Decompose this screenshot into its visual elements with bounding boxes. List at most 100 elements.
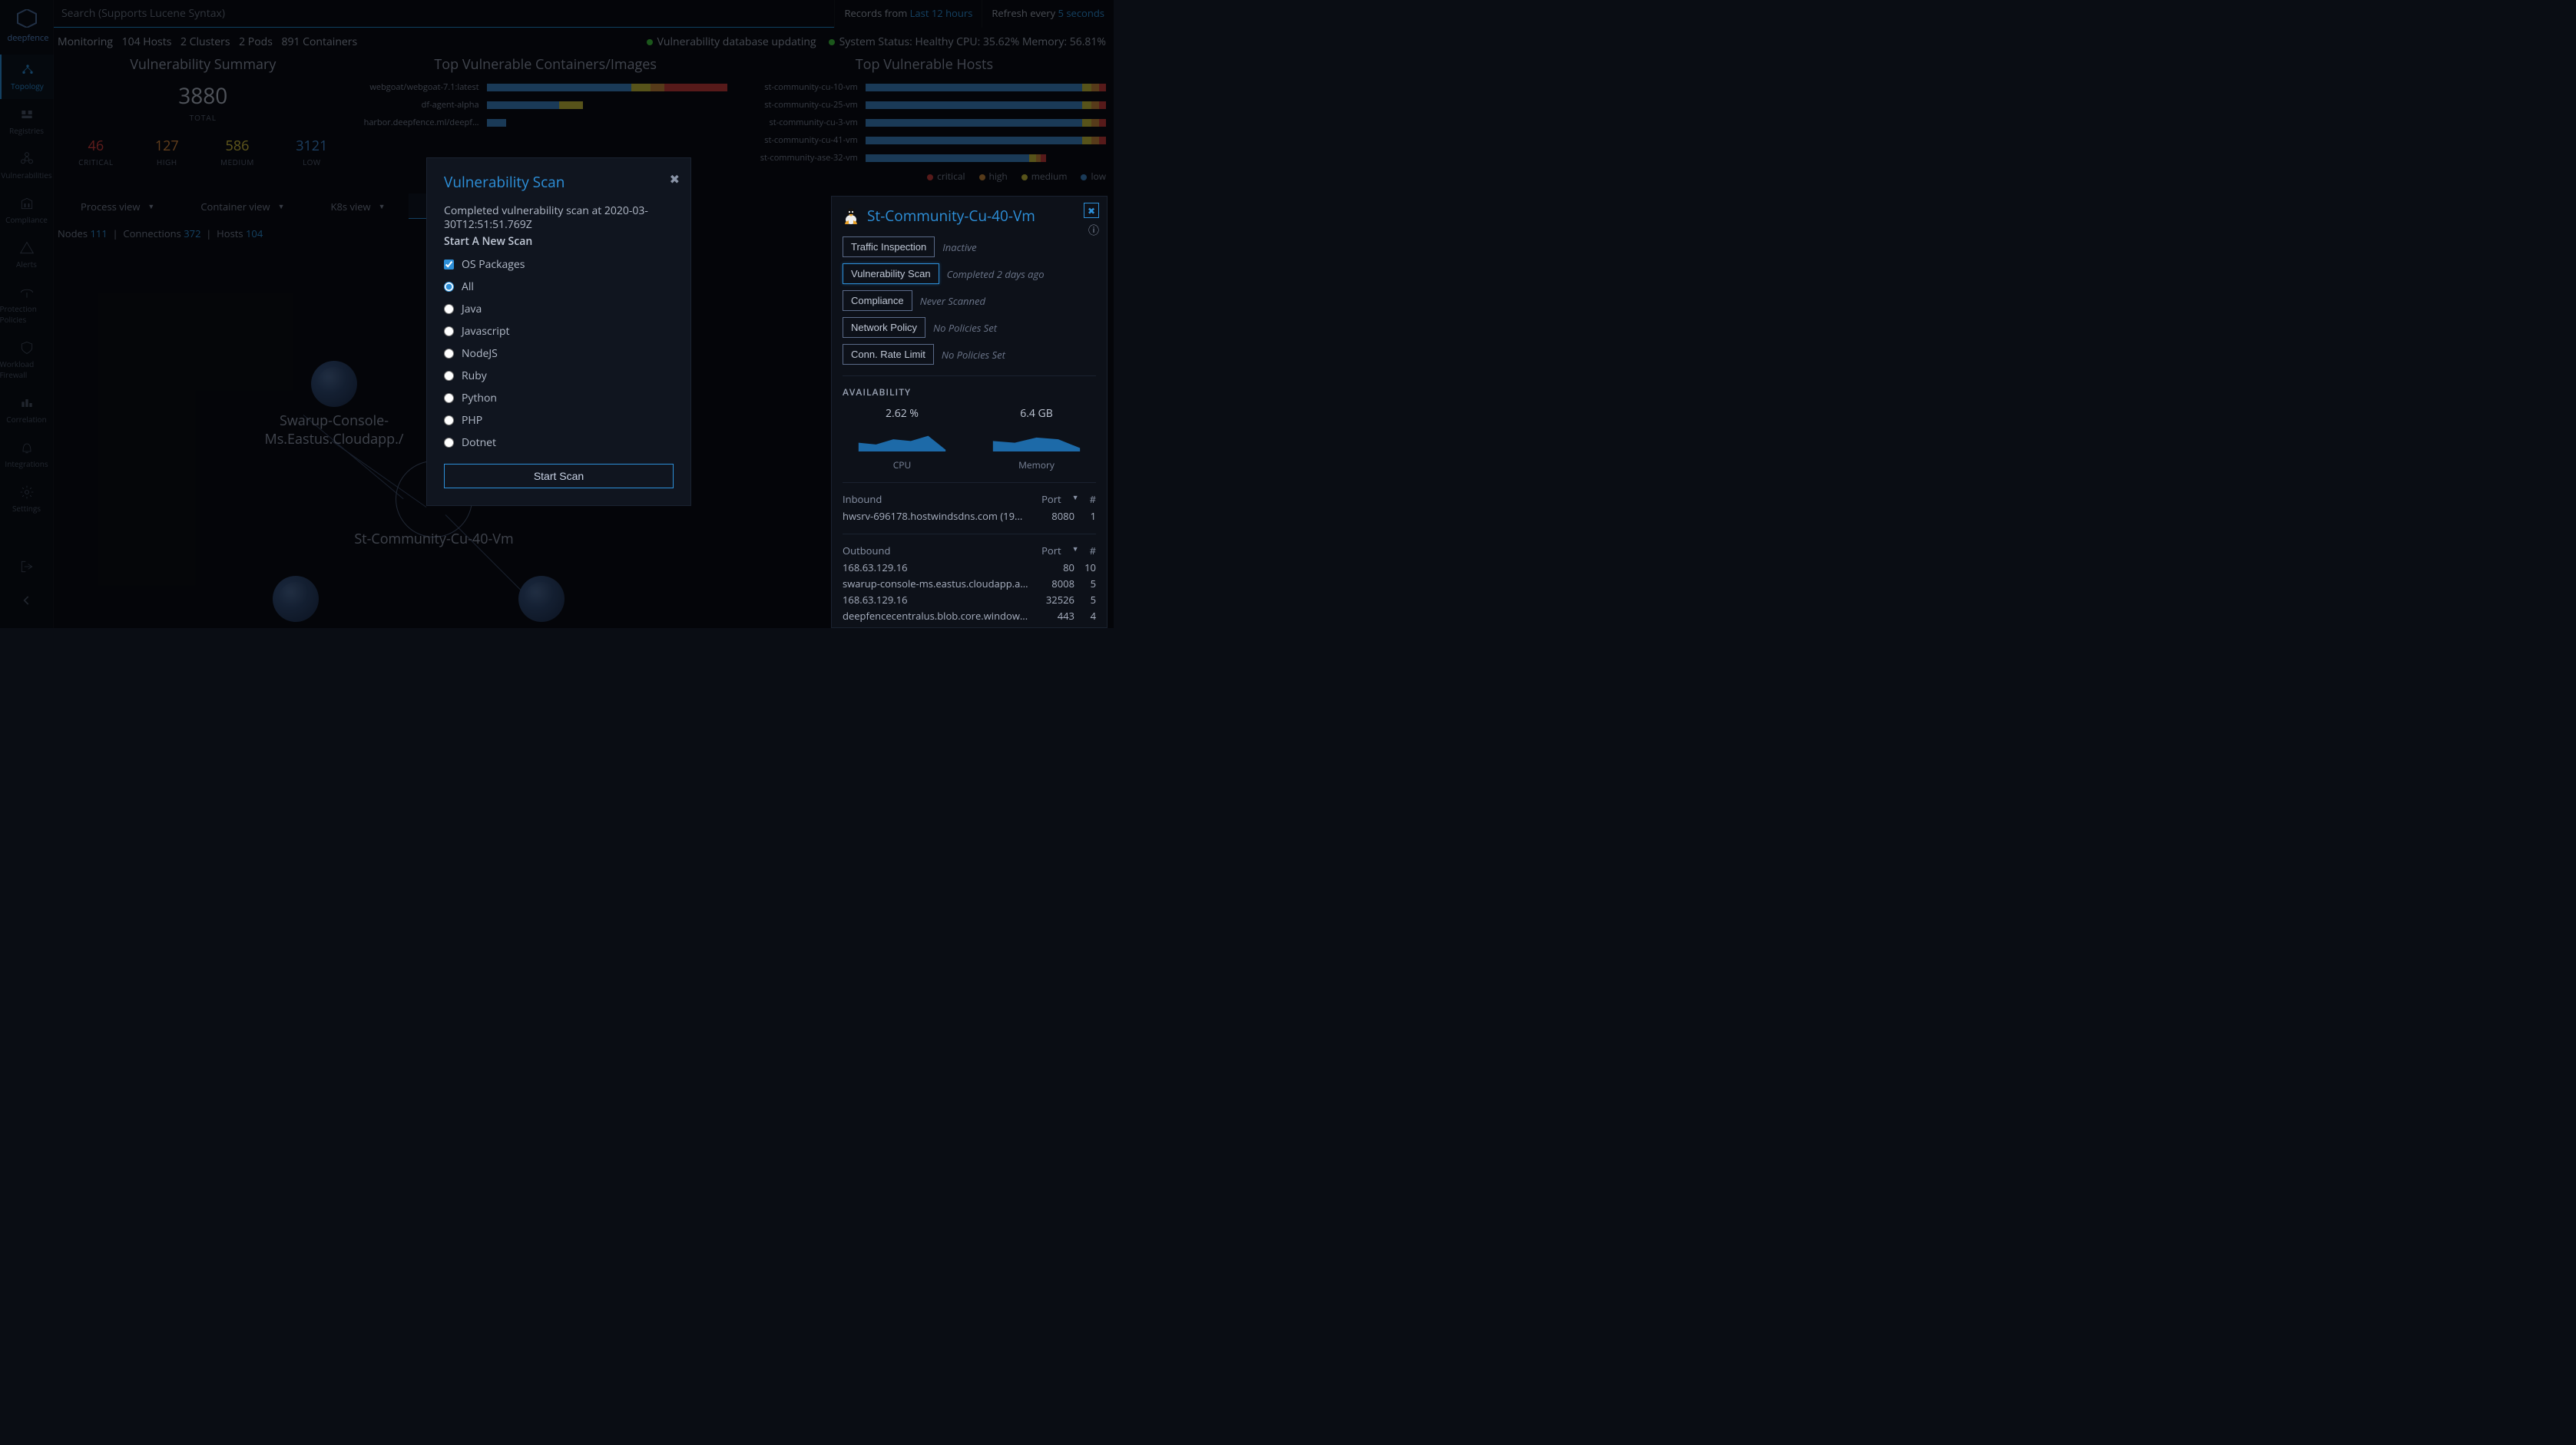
legend-low: low [1081, 170, 1106, 183]
scan-option-python[interactable]: Python [444, 391, 674, 405]
inbound-heading: Inbound [843, 492, 882, 506]
tab-container-view[interactable]: Container view▼ [177, 193, 307, 219]
outbound-row[interactable]: swarup-console-ms.eastus.cloudapp.a...80… [843, 577, 1096, 590]
outbound-row[interactable]: 168.63.129.16325265 [843, 593, 1096, 607]
nav-protection-policies[interactable]: Protection Policies [0, 277, 54, 332]
compliance-button[interactable]: Compliance [843, 290, 912, 311]
network-policy-button[interactable]: Network Policy [843, 317, 925, 338]
nav-label: Settings [12, 503, 41, 514]
scan-option-label: Java [462, 302, 482, 316]
umbrella-icon [19, 285, 35, 300]
vulnerability-scan-button[interactable]: Vulnerability Scan [843, 263, 939, 284]
outbound-row[interactable]: 169.254.169.254801 [843, 625, 1096, 628]
memory-value: 6.4 GB [977, 406, 1096, 421]
graph-node[interactable]: Swarup-Console-Ms.Eastus.Cloudapp./ [250, 361, 419, 448]
outbound-row[interactable]: 168.63.129.168010 [843, 560, 1096, 574]
correlation-icon [19, 395, 35, 411]
outbound-port-header[interactable]: Port [1041, 544, 1061, 557]
monitoring-counts: Monitoring 104 Hosts 2 Clusters 2 Pods 8… [58, 35, 363, 49]
nav-settings[interactable]: Settings [0, 477, 54, 521]
host-label: st-community-cu-10-vm [743, 81, 866, 93]
graph-node[interactable]: St-Community-Cu-40-Vm [349, 530, 518, 548]
inbound-host: hwsrv-696178.hostwindsdns.com (19... [843, 509, 1031, 523]
tab-label: Container view [200, 200, 270, 213]
scan-option-all[interactable]: All [444, 279, 674, 294]
conn-rate-limit-button[interactable]: Conn. Rate Limit [843, 344, 934, 365]
vulnerability-scan-modal: Vulnerability Scan ✖ Completed vulnerabi… [426, 157, 691, 506]
outbound-row[interactable]: deepfencecentralus.blob.core.window...44… [843, 609, 1096, 623]
tab-process-view[interactable]: Process view▼ [58, 193, 177, 219]
nav-workload-firewall[interactable]: Workload Firewall [0, 332, 54, 388]
scan-option-label: Dotnet [462, 435, 496, 450]
tab-k8s-view[interactable]: K8s view▼ [307, 193, 408, 219]
modal-close-button[interactable]: ✖ [670, 170, 680, 187]
outbound-host: deepfencecentralus.blob.core.window... [843, 609, 1031, 623]
container-label: webgoat/webgoat-7.1:latest [364, 81, 487, 93]
scan-radio[interactable] [444, 282, 454, 292]
summary-panel: Vulnerability Summary 3880 TOTAL 46CRITI… [58, 55, 349, 183]
container-row[interactable]: df-agent-alpha [364, 99, 727, 111]
sev-medium-lbl: MEDIUM [220, 157, 254, 167]
scan-radio[interactable] [444, 371, 454, 381]
scan-radio[interactable] [444, 304, 454, 314]
nav-label: Compliance [5, 214, 48, 225]
refresh-rate-link[interactable]: 5 seconds [1058, 6, 1104, 20]
memory-label: Memory [977, 458, 1096, 471]
records-range-link[interactable]: Last 12 hours [910, 6, 973, 20]
outbound-count-header[interactable]: # [1090, 544, 1096, 557]
container-label: df-agent-alpha [364, 99, 487, 111]
scan-option-dotnet[interactable]: Dotnet [444, 435, 674, 450]
inbound-count-header[interactable]: # [1090, 492, 1096, 506]
scan-radio[interactable] [444, 349, 454, 359]
node-label: St-Community-Cu-40-Vm [349, 530, 518, 548]
container-row[interactable]: webgoat/webgoat-7.1:latest [364, 81, 727, 93]
tux-icon [843, 207, 859, 225]
records-range-chip[interactable]: Records from Last 12 hours [834, 0, 982, 28]
search-input[interactable]: Search (Supports Lucene Syntax) [54, 0, 834, 28]
outbound-port: 8008 [1031, 577, 1074, 590]
scan-completed-text: Completed vulnerability scan at 2020-03-… [444, 204, 674, 232]
scan-option-php[interactable]: PHP [444, 413, 674, 428]
host-row[interactable]: st-community-cu-41-vm [743, 134, 1106, 146]
inbound-row[interactable]: hwsrv-696178.hostwindsdns.com (19...8080… [843, 509, 1096, 523]
nav-collapse[interactable] [0, 585, 54, 619]
outbound-section: Outbound Port ▼# 168.63.129.168010 swaru… [843, 534, 1096, 628]
os-packages-option[interactable]: OS Packages [444, 257, 674, 272]
graph-node[interactable] [518, 576, 565, 627]
host-label: st-community-ase-32-vm [743, 152, 866, 164]
detail-info-button[interactable]: ⓘ [1088, 223, 1099, 238]
inbound-port-header[interactable]: Port [1041, 492, 1061, 506]
scan-option-ruby[interactable]: Ruby [444, 369, 674, 383]
os-packages-checkbox[interactable] [444, 260, 454, 269]
scan-option-label: All [462, 279, 474, 294]
nav-compliance[interactable]: Compliance [0, 188, 54, 233]
container-row[interactable]: harbor.deepfence.ml/deepfen... [364, 117, 727, 128]
detail-close-button[interactable]: ✖ [1084, 203, 1099, 218]
scan-radio[interactable] [444, 326, 454, 336]
host-row[interactable]: st-community-cu-10-vm [743, 81, 1106, 93]
nav-vulnerabilities[interactable]: Vulnerabilities [0, 144, 54, 188]
refresh-rate-chip[interactable]: Refresh every 5 seconds [982, 0, 1114, 28]
traffic-inspection-button[interactable]: Traffic Inspection [843, 236, 935, 257]
scan-radio[interactable] [444, 415, 454, 425]
scan-option-java[interactable]: Java [444, 302, 674, 316]
nav-logout[interactable] [0, 551, 54, 585]
scan-option-javascript[interactable]: Javascript [444, 324, 674, 339]
nav-correlation[interactable]: Correlation [0, 388, 54, 432]
graph-node[interactable] [273, 576, 319, 627]
host-row[interactable]: st-community-cu-3-vm [743, 117, 1106, 128]
host-row[interactable]: st-community-ase-32-vm [743, 152, 1106, 164]
scan-option-nodejs[interactable]: NodeJS [444, 346, 674, 361]
scan-radio[interactable] [444, 393, 454, 403]
scan-radio[interactable] [444, 438, 454, 448]
outbound-port: 80 [1031, 560, 1074, 574]
nav-registries[interactable]: Registries [0, 99, 54, 144]
sev-critical-val: 46 [78, 137, 113, 155]
start-scan-button[interactable]: Start Scan [444, 464, 674, 488]
nav-integrations[interactable]: Integrations [0, 432, 54, 477]
nav-topology[interactable]: Topology [0, 55, 54, 99]
status-dot-icon [829, 39, 835, 45]
host-row[interactable]: st-community-cu-25-vm [743, 99, 1106, 111]
compliance-status: Never Scanned [920, 294, 985, 308]
nav-alerts[interactable]: Alerts [0, 233, 54, 277]
